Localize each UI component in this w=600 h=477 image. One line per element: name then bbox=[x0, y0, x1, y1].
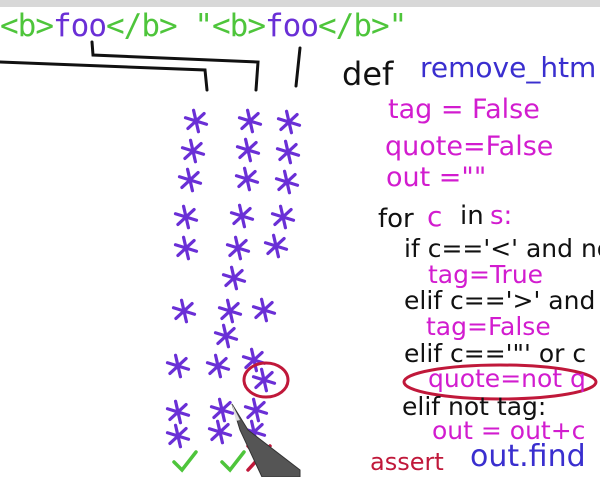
asterisk-mark bbox=[165, 399, 191, 425]
asterisk-mark bbox=[165, 353, 191, 379]
assert-keyword: assert bbox=[370, 448, 444, 476]
for-s: s: bbox=[490, 201, 513, 231]
asterisk-mark bbox=[275, 139, 301, 165]
asterisk-mark bbox=[205, 353, 231, 379]
asterisk-mark bbox=[251, 297, 277, 323]
function-name: remove_htm bbox=[420, 51, 597, 84]
asterisk-mark bbox=[221, 265, 247, 291]
asterisk-mark bbox=[213, 323, 239, 349]
asterisk-mark bbox=[207, 419, 233, 445]
bracket-line-3 bbox=[294, 46, 302, 88]
for-var: c bbox=[427, 200, 443, 233]
asterisk-mark bbox=[251, 367, 277, 393]
elif-line-3: elif c=='"' or c bbox=[404, 339, 587, 368]
asterisk-mark bbox=[243, 397, 269, 423]
asterisk-mark bbox=[276, 109, 302, 135]
asterisk-mark bbox=[270, 204, 296, 230]
asterisk-mark bbox=[173, 204, 199, 230]
asterisk-mark bbox=[234, 166, 260, 192]
asterisk-mark bbox=[274, 169, 300, 195]
pen-cursor-icon bbox=[231, 403, 301, 477]
asterisk-mark bbox=[263, 233, 289, 259]
asterisk-mark bbox=[235, 137, 261, 163]
asterisk-mark bbox=[165, 423, 191, 449]
asterisk-mark bbox=[173, 235, 199, 261]
def-keyword: def bbox=[342, 55, 394, 93]
out-assign: out ="" bbox=[386, 162, 487, 193]
bracket-line-1 bbox=[0, 60, 209, 92]
asterisk-mark bbox=[183, 108, 209, 134]
if-line-1: if c=='<' and not bbox=[404, 234, 600, 263]
elif-line-2: elif c=='>' and n bbox=[404, 286, 600, 315]
asterisk-mark bbox=[180, 138, 206, 164]
check-mark-2 bbox=[220, 450, 246, 473]
quote-assign: quote=False bbox=[385, 131, 554, 162]
asterisk-mark bbox=[225, 235, 251, 261]
asterisk-mark bbox=[177, 167, 203, 193]
asterisk-mark bbox=[237, 108, 263, 134]
asterisk-mark bbox=[229, 203, 255, 229]
asterisk-mark bbox=[171, 298, 197, 324]
tag-true: tag=True bbox=[428, 260, 544, 289]
assert-expr: out.find bbox=[470, 439, 586, 474]
check-mark-1 bbox=[172, 450, 198, 473]
quote-toggle: quote=not q bbox=[428, 364, 586, 393]
for-in: in bbox=[460, 201, 484, 231]
asterisk-mark bbox=[217, 298, 243, 324]
tag-assign: tag = False bbox=[388, 94, 540, 125]
asterisk-mark bbox=[209, 397, 235, 423]
for-keyword: for bbox=[378, 204, 414, 234]
tag-false: tag=False bbox=[426, 312, 551, 341]
asterisk-mark bbox=[241, 347, 267, 373]
